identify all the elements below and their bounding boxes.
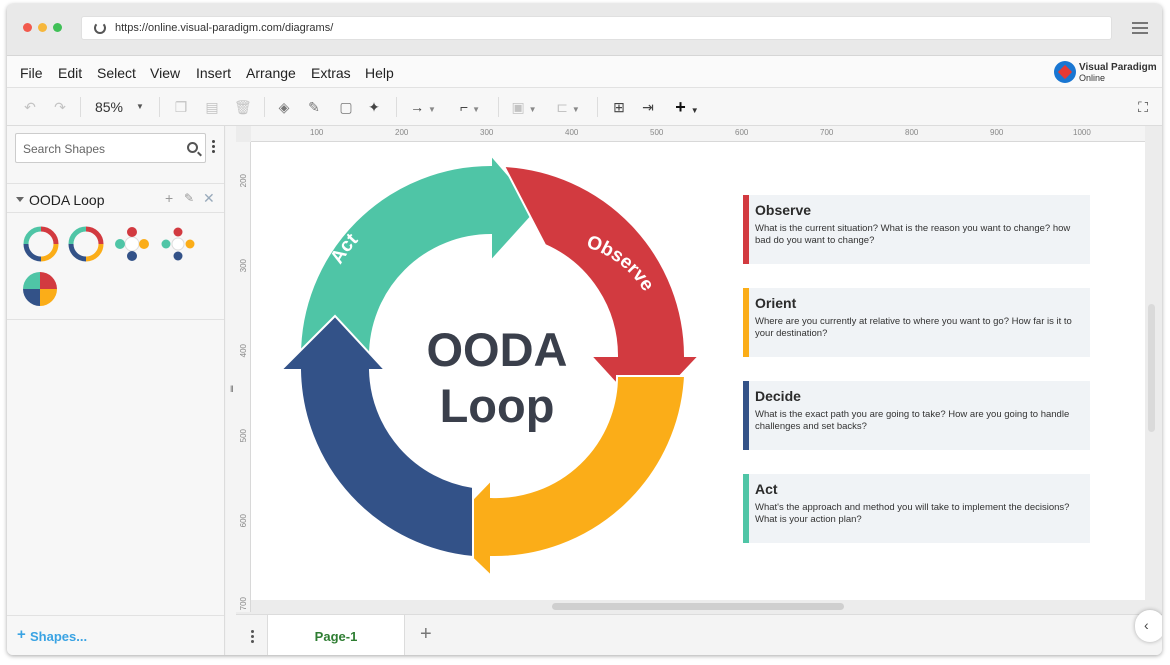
card-title: Decide	[755, 388, 801, 404]
diagram-title-line1: OODA	[426, 323, 568, 376]
act-card[interactable]: Act What's the approach and method you w…	[743, 474, 1090, 543]
card-title: Act	[755, 481, 778, 497]
add-page-icon[interactable]: +	[420, 623, 432, 646]
card-accent-bar	[743, 195, 749, 264]
card-accent-bar	[743, 288, 749, 357]
orient-card[interactable]: Orient Where are you currently at relati…	[743, 288, 1090, 357]
page-options-icon[interactable]	[251, 630, 254, 645]
card-title: Orient	[755, 295, 797, 311]
card-description: What is the current situation? What is t…	[755, 223, 1071, 246]
card-description: What is the exact path you are going to …	[755, 409, 1070, 432]
chevron-left-icon: ‹	[1144, 617, 1149, 633]
vertical-scrollbar[interactable]	[1148, 304, 1155, 432]
diagram-title[interactable]: OODA Loop	[385, 322, 609, 434]
horizontal-scrollbar[interactable]	[552, 603, 844, 610]
browser-window: https://online.visual-paradigm.com/diagr…	[7, 4, 1162, 655]
observe-card[interactable]: Observe What is the current situation? W…	[743, 195, 1090, 264]
card-description: Where are you currently at relative to w…	[755, 316, 1072, 339]
page-bar: Page-1 +	[236, 614, 1162, 655]
card-description: What's the approach and method you will …	[755, 502, 1070, 525]
collapse-panel-button[interactable]: ‹	[1135, 610, 1162, 642]
decide-card[interactable]: Decide What is the exact path you are go…	[743, 381, 1090, 450]
orient-arc-label: Orient	[658, 462, 692, 524]
card-title: Observe	[755, 202, 812, 218]
card-accent-bar	[743, 474, 749, 543]
card-accent-bar	[743, 381, 749, 450]
page-tab-label: Page-1	[314, 629, 358, 644]
diagram-title-line2: Loop	[439, 379, 555, 432]
tab-page-1[interactable]: Page-1	[267, 615, 405, 655]
